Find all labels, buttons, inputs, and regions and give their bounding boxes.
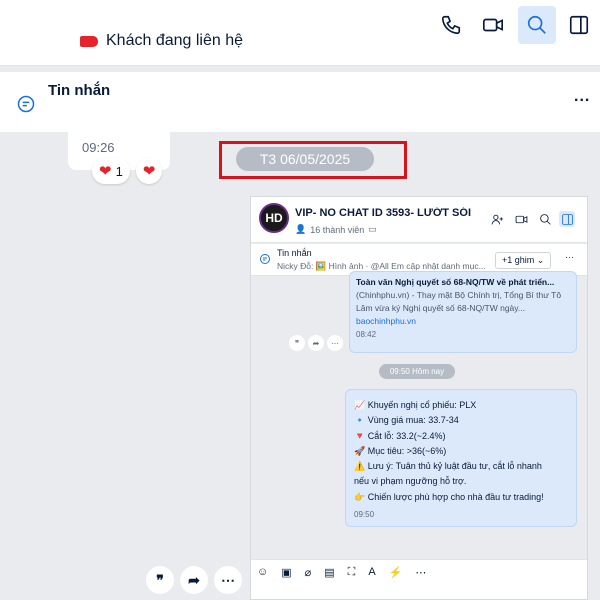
- group-members: 👤 16 thành viên ▭: [295, 224, 377, 235]
- shot-composer-toolbar: ☺ ▣ ⌀ ▤ ⛶ A ⚡ ⋯: [257, 566, 426, 579]
- search-button[interactable]: [518, 6, 556, 44]
- more-actions-button[interactable]: ⋯: [214, 566, 242, 594]
- members-icon: 👤: [295, 224, 307, 234]
- message-time: 09:50: [354, 510, 375, 520]
- quick-message-icon: ⚡: [388, 567, 403, 579]
- video-icon: [513, 211, 529, 227]
- news-title: Toàn văn Nghị quyết số 68-NQ/TW về phát …: [356, 277, 555, 287]
- group-avatar: HD: [259, 203, 289, 233]
- screenshot-icon: ⛶: [347, 566, 356, 578]
- rec-line: nếu vi phạm ngưỡng hỗ trợ.: [354, 476, 467, 487]
- more-icon: ⋯: [415, 567, 427, 579]
- reaction-count: 1: [115, 163, 123, 179]
- date-separator: T3 06/05/2025: [236, 147, 374, 171]
- pin-more: ···: [565, 252, 574, 262]
- more-options-button[interactable]: ...: [574, 88, 590, 106]
- chat-bubble-icon: [260, 254, 270, 264]
- rec-line: ⚠️ Lưu ý: Tuân thủ kỷ luật đầu tư, cắt l…: [354, 461, 542, 472]
- message-time: 09:26: [82, 140, 115, 155]
- message-actions: ❞ ➦ ⋯: [146, 566, 242, 594]
- messages-title: Tin nhắn: [48, 82, 111, 99]
- image-icon: ▣: [281, 567, 292, 579]
- members-count: 16 thành viên: [310, 224, 365, 235]
- search-icon: [537, 211, 553, 227]
- message-time: 08:42: [356, 330, 377, 339]
- toggle-panel-button[interactable]: [560, 6, 598, 44]
- forward-icon: ➦: [188, 571, 200, 588]
- more-icon: ⋯: [221, 571, 235, 588]
- panel-icon: [559, 211, 575, 227]
- news-message-bubble: Toàn văn Nghị quyết số 68-NQ/TW về phát …: [349, 271, 577, 353]
- rec-line: 📈 Khuyến nghị cổ phiếu: PLX: [354, 400, 477, 410]
- sticker-icon: ☺: [257, 566, 269, 578]
- news-body: (Chinhphu.vn) - Thay mặt Bộ Chính trị, T…: [356, 290, 562, 313]
- group-name: VIP- NO CHAT ID 3593- LƯỚT SÓI: [295, 207, 471, 219]
- news-link: baochinhphu.vn: [356, 316, 417, 326]
- card-icon: ▤: [324, 567, 335, 579]
- stock-recommendation-bubble: 📈 Khuyến nghị cổ phiếu: PLX 🔹 Vùng giá m…: [345, 389, 577, 527]
- rec-line: 🔹 Vùng giá mua: 33.7-34: [354, 415, 459, 426]
- forward-icon: ➦: [308, 335, 324, 351]
- tag-icon: ▭: [368, 224, 377, 234]
- rec-line: 👉 Chiến lược phù hợp cho nhà đầu tư trad…: [354, 491, 544, 502]
- add-reaction-button[interactable]: ❤: [135, 158, 163, 184]
- customer-status[interactable]: Khách đang liên hệ: [80, 32, 243, 50]
- reaction-heart-count[interactable]: ❤ 1: [92, 158, 130, 184]
- shot-day-separator: 09:50 Hôm nay: [379, 364, 455, 379]
- panel-icon: [569, 15, 589, 35]
- quote-icon: ❞: [156, 571, 164, 588]
- reactions-row: ❤ 1 ❤: [92, 158, 163, 184]
- pin-title: Tin nhắn: [277, 248, 312, 258]
- chat-bubble-icon: [17, 95, 35, 113]
- search-icon: [527, 15, 546, 34]
- top-bar: Khách đang liên hệ: [0, 0, 600, 66]
- quote-icon: ❞: [289, 335, 305, 351]
- shared-screenshot-image[interactable]: HD VIP- NO CHAT ID 3593- LƯỚT SÓI 👤 16 t…: [250, 196, 588, 600]
- add-member-icon: [489, 211, 505, 227]
- forward-button[interactable]: ➦: [180, 566, 208, 594]
- status-label: Khách đang liên hệ: [106, 32, 243, 49]
- rec-line: 🔻 Cắt lỗ: 33.2(~2.4%): [354, 430, 446, 441]
- shot-header: HD VIP- NO CHAT ID 3593- LƯỚT SÓI 👤 16 t…: [251, 197, 587, 243]
- heart-icon: ❤: [99, 163, 112, 180]
- rec-line: 🚀 Mục tiêu: >36(~6%): [354, 445, 447, 456]
- attach-icon: ⌀: [304, 567, 312, 579]
- heart-icon: ❤: [142, 163, 156, 180]
- phone-icon: [441, 15, 461, 35]
- video-call-button[interactable]: [474, 6, 512, 44]
- format-icon: A: [368, 566, 376, 578]
- pin-count-button: +1 ghim ⌄: [495, 252, 552, 269]
- messages-header: Tin nhắn ...: [0, 72, 600, 132]
- video-icon: [483, 18, 503, 32]
- call-button[interactable]: [432, 6, 470, 44]
- tag-icon: [80, 35, 98, 47]
- shot-composer: ☺ ▣ ⌀ ▤ ⛶ A ⚡ ⋯: [251, 559, 587, 599]
- shot-message-actions: ❞ ➦ ⋯: [289, 335, 343, 351]
- quote-button[interactable]: ❞: [146, 566, 174, 594]
- more-icon: ⋯: [327, 335, 343, 351]
